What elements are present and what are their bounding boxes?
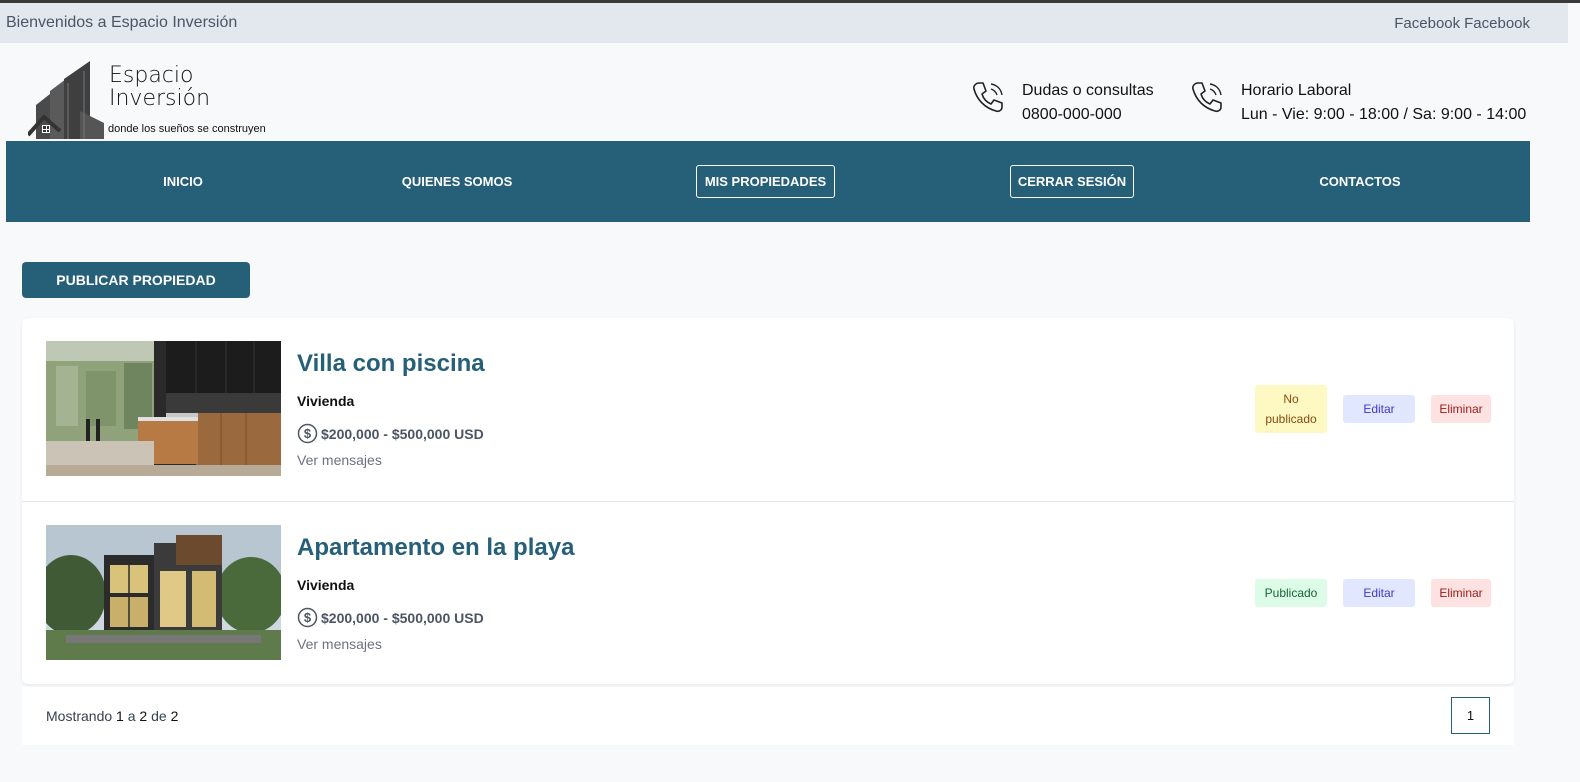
view-messages-link[interactable]: Ver mensajes xyxy=(297,452,382,468)
kitchen-image xyxy=(46,341,281,476)
social-links: Facebook Facebook xyxy=(1394,15,1530,32)
status-badge-text: No publicado xyxy=(1265,392,1317,426)
brand-name-line1: Espacio xyxy=(109,63,194,88)
publish-property-button[interactable]: Publicar Propiedad xyxy=(22,262,250,298)
dollar-circle-icon: $ xyxy=(297,423,318,444)
property-price: $ $200,000 - $500,000 USD xyxy=(297,607,484,628)
delete-button[interactable]: Eliminar xyxy=(1431,579,1491,607)
results-count: Mostrando 1 a 2 de 2 xyxy=(46,708,178,724)
edit-button[interactable]: Editar xyxy=(1343,395,1415,423)
property-list: Villa con piscina Vivienda $ $200,000 - … xyxy=(22,318,1514,684)
results-to: 2 xyxy=(139,708,148,724)
nav-item-inicio[interactable]: Inicio xyxy=(144,165,222,198)
property-title[interactable]: Villa con piscina xyxy=(297,350,485,378)
nav-item-cerrar-sesion[interactable]: Cerrar sesión xyxy=(1010,165,1134,198)
site-header: Espacio Inversión donde los sueños se co… xyxy=(0,43,1568,141)
nav-item-quienes-somos[interactable]: Quienes somos xyxy=(396,165,518,198)
property-row: Apartamento en la playa Vivienda $ $200,… xyxy=(22,501,1514,684)
edit-button[interactable]: Editar xyxy=(1343,579,1415,607)
brand-name-line2: Inversión xyxy=(109,86,211,111)
property-image[interactable] xyxy=(46,341,281,476)
phone-icon xyxy=(1192,82,1222,113)
results-to-word: a xyxy=(127,708,136,724)
svg-text:$: $ xyxy=(304,610,312,625)
status-badge: Publicado xyxy=(1255,579,1327,607)
facebook-link[interactable]: Facebook xyxy=(1464,15,1530,32)
contact-inquiries: Dudas o consultas 0800-000-000 xyxy=(970,79,1154,127)
property-price-text: $200,000 - $500,000 USD xyxy=(321,609,484,626)
page-button-current[interactable]: 1 xyxy=(1451,697,1490,734)
brand-name: Espacio Inversión xyxy=(109,64,210,110)
brand-tagline: donde los sueños se construyen xyxy=(108,123,266,135)
delete-button[interactable]: Eliminar xyxy=(1431,395,1491,423)
business-hours: Lun - Vie: 9:00 - 18:00 / Sa: 9:00 - 14:… xyxy=(1241,106,1527,123)
contact-title: Horario Laboral xyxy=(1241,82,1352,99)
nav-item-mis-propiedades[interactable]: Mis propiedades xyxy=(696,165,835,198)
property-price: $ $200,000 - $500,000 USD xyxy=(297,423,484,444)
property-type: Vivienda xyxy=(297,577,355,593)
property-image[interactable] xyxy=(46,525,281,660)
results-of-word: de xyxy=(151,708,167,724)
house-image xyxy=(46,525,281,660)
facebook-link[interactable]: Facebook xyxy=(1394,15,1460,32)
contact-hours: Horario Laboral Lun - Vie: 9:00 - 18:00 … xyxy=(1189,79,1526,127)
property-row: Villa con piscina Vivienda $ $200,000 - … xyxy=(22,318,1514,501)
svg-text:$: $ xyxy=(304,426,312,441)
property-type: Vivienda xyxy=(297,393,355,409)
property-title[interactable]: Apartamento en la playa xyxy=(297,534,574,562)
welcome-text: Bienvenidos a Espacio Inversión xyxy=(6,14,238,31)
status-badge: No publicado xyxy=(1255,385,1327,433)
view-messages-link[interactable]: Ver mensajes xyxy=(297,636,382,652)
results-total: 2 xyxy=(170,708,179,724)
nav-item-contactos[interactable]: Contactos xyxy=(1312,165,1408,198)
top-bar: Bienvenidos a Espacio Inversión Facebook… xyxy=(0,3,1568,43)
main-navbar: Inicio Quienes somos Mis propiedades Cer… xyxy=(6,141,1530,222)
contact-phone: 0800-000-000 xyxy=(1022,106,1122,123)
contact-title: Dudas o consultas xyxy=(1022,82,1154,99)
building-logo-icon xyxy=(28,61,104,139)
results-prefix: Mostrando xyxy=(46,708,113,724)
dollar-circle-icon: $ xyxy=(297,607,318,628)
pagination-bar: Mostrando 1 a 2 de 2 1 xyxy=(22,687,1514,745)
results-from: 1 xyxy=(116,708,124,724)
phone-icon xyxy=(973,82,1003,113)
logo[interactable]: Espacio Inversión donde los sueños se co… xyxy=(28,61,288,139)
property-price-text: $200,000 - $500,000 USD xyxy=(321,425,484,442)
